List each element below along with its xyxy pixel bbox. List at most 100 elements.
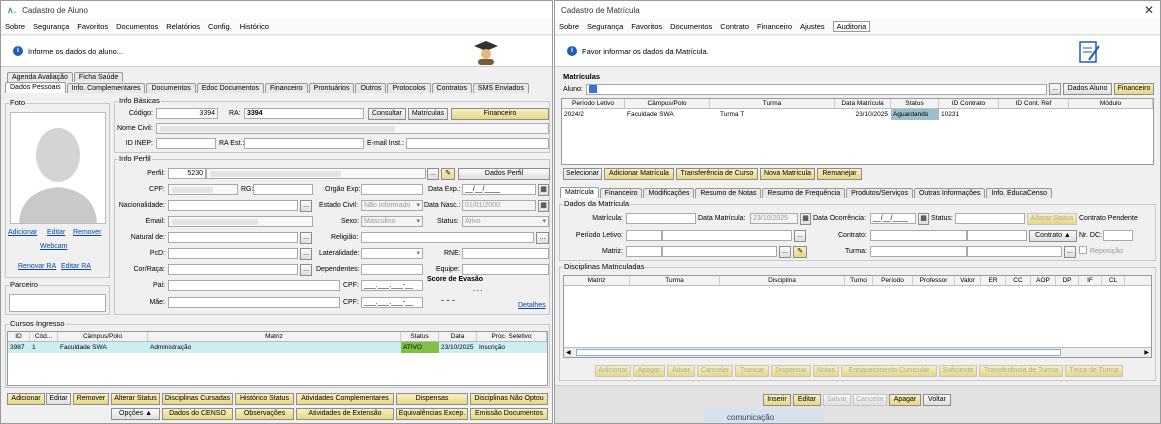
menu-config[interactable]: Config. [208,22,232,31]
periodo-id-field[interactable] [626,230,662,241]
tab-edoc-documentos[interactable]: Edoc Documentos [196,83,264,93]
contrato-name-field[interactable] [967,230,1027,241]
consultar-button[interactable]: Consultar [368,108,406,120]
voltar-button[interactable]: Voltar [923,394,951,406]
contrato-id-field[interactable] [870,230,967,241]
tab-financeiro[interactable]: Financeiro [599,188,643,198]
adicionar-foto-link[interactable]: Adicionar [8,229,37,236]
perfil-name-field[interactable] [206,168,426,179]
sexo-select[interactable]: Masculino [361,216,423,227]
tab-info-educacenso[interactable]: Info. EducaCenso [986,188,1053,198]
troca-turma-button[interactable]: Troca de Turma [1065,365,1123,377]
salvar-button[interactable]: Salvar [823,394,851,406]
tab-resumo-frequencia[interactable]: Resumo de Frequência [762,188,846,198]
id-inep-field[interactable] [156,138,216,149]
matricula-field[interactable] [626,213,696,224]
religiao-field[interactable] [361,232,534,243]
editar-button[interactable]: Editar [46,393,71,405]
data-ocorrencia-field[interactable]: __/__/____ [870,213,916,224]
aluno-lookup-button[interactable]: ... [1049,83,1061,95]
apagar-disciplina-button[interactable]: Apagar [633,365,665,377]
pcd-field[interactable] [168,248,298,259]
remanejar-button[interactable]: Remanejar [817,168,862,180]
pai-field[interactable] [168,280,340,291]
adicionar-button[interactable]: Adicionar [7,393,45,405]
tab-dados-pessoais[interactable]: Dados Pessoais [5,82,66,93]
ativar-button[interactable]: Ativar [667,365,695,377]
tab-documentos[interactable]: Documentos [146,83,196,93]
tab-produtos-servicos[interactable]: Produtos/Serviços [846,188,913,198]
natural-de-field[interactable] [168,232,298,243]
tab-sms-enviados[interactable]: SMS Enviados [472,83,529,93]
menu-seguranca[interactable]: Segurança [587,22,623,31]
transferencia-curso-button[interactable]: Transferência de Curso [676,168,758,180]
suficiente-button[interactable]: Suficiente [939,365,977,377]
remover-button[interactable]: Remover [73,393,109,405]
disciplinas-nao-optou-button[interactable]: Disciplinas Não Optou [470,393,548,405]
opcoes-button[interactable]: Opções ▲ [111,408,160,420]
email-field[interactable] [168,216,313,227]
lateralidade-select[interactable] [361,248,423,259]
financeiro-button[interactable]: Financeiro [451,108,549,120]
contrato-dropdown-button[interactable]: Contrato ▲ [1029,230,1077,242]
dependentes-field[interactable] [361,264,423,275]
notas-button[interactable]: Notas [813,365,839,377]
apagar-button[interactable]: Apagar [889,394,921,406]
pcd-lookup-button[interactable]: ... [300,248,312,260]
email-inst-field[interactable] [406,138,549,149]
calendar-icon[interactable]: ▦ [800,213,811,225]
scroll-right-icon[interactable]: ▶ [1144,349,1149,356]
tab-agenda-avaliacao[interactable]: Agenda Avaliação [7,72,73,82]
status-field[interactable] [955,213,1025,224]
scroll-left-icon[interactable]: ◀ [566,349,571,356]
dados-censo-button[interactable]: Dados do CENSO [162,408,233,420]
ra-field[interactable]: 3394 [244,108,364,119]
nova-matricula-button[interactable]: Nova Matrícula [760,168,815,180]
remover-foto-link[interactable]: Remover [73,229,101,236]
perfil-id-field[interactable]: 5230 [168,168,206,179]
nr-dc-field[interactable] [1103,230,1133,241]
cor-raca-lookup-button[interactable]: ... [300,264,312,276]
menu-ajustes[interactable]: Ajustes [800,22,825,31]
codigo-field[interactable]: 3394 [156,108,218,119]
menu-contrato[interactable]: Contrato [720,22,749,31]
alterar-status-button[interactable]: Alterar Status [111,393,160,405]
detalhes-link[interactable]: Detalhes [518,302,546,309]
dispensar-button[interactable]: Dispensar [771,365,811,377]
nacionalidade-field[interactable] [168,200,298,211]
tab-matricula[interactable]: Matrícula [560,187,599,198]
adicionar-matricula-button[interactable]: Adicionar Matrícula [604,168,674,180]
equivalencias-button[interactable]: Equivalências Excep. [396,408,468,420]
reposicao-checkbox[interactable] [1079,246,1087,254]
atividades-extensao-button[interactable]: Atividades de Extensão [296,408,394,420]
enriquecimento-curricular-button[interactable]: Enriquecimento Curricular [841,365,937,377]
cpf-mae-field[interactable]: ___.___.___-__ [361,297,423,308]
menu-relatorios[interactable]: Relatórios [166,22,200,31]
periodo-name-field[interactable] [662,230,792,241]
alterar-status-button[interactable]: Alterar Status [1027,213,1077,225]
tab-ficha-saude[interactable]: Ficha Saúde [73,72,124,82]
menu-auditoria[interactable]: Auditoria [832,21,871,32]
dispensas-button[interactable]: Dispensas [396,393,468,405]
status-select[interactable]: Ativo [462,216,549,227]
tab-modificacoes[interactable]: Modificações [643,188,695,198]
perfil-edit-icon[interactable]: ✎ [441,168,455,180]
atividades-complementares-button[interactable]: Atividades Complementares [296,393,394,405]
calendar-icon-2[interactable]: ▦ [538,200,549,212]
turma-name-field[interactable] [967,246,1062,257]
historico-status-button[interactable]: Histórico Status [235,393,294,405]
nome-civil-field[interactable] [156,123,549,134]
tab-financeiro[interactable]: Financeiro [264,83,308,93]
religiao-lookup-button[interactable]: ... [536,232,549,244]
dados-perfil-button[interactable]: Dados Perfil [458,168,550,180]
trancar-button[interactable]: Trancar [735,365,769,377]
horizontal-scrollbar[interactable]: ◀ ▶ [564,347,1151,357]
matriz-edit-icon[interactable]: ✎ [793,246,807,258]
menu-seguranca[interactable]: Segurança [33,22,69,31]
aluno-field[interactable] [586,84,1047,95]
dados-aluno-button[interactable]: Dados Aluno [1063,83,1112,95]
disciplinas-cursadas-button[interactable]: Disciplinas Cursadas [162,393,233,405]
nacionalidade-lookup-button[interactable]: ... [300,200,312,212]
menu-financeiro[interactable]: Financeiro [757,22,792,31]
inserir-button[interactable]: Inserir [763,394,791,406]
